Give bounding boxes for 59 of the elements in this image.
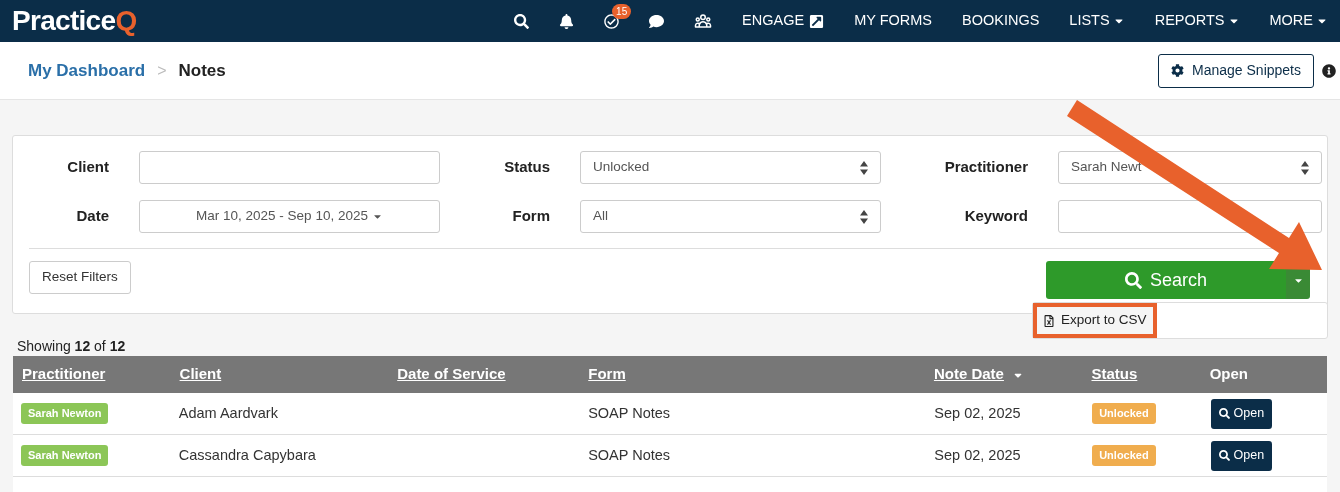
- nav-dropdown[interactable]: REPORTS: [1154, 10, 1240, 32]
- column-header[interactable]: Date of Service: [397, 363, 506, 386]
- filter-label: Keyword: [963, 206, 1028, 227]
- external-link-icon: [809, 13, 825, 29]
- search-icon: [1218, 408, 1230, 419]
- gear-icon: [1171, 64, 1185, 77]
- breadcrumb-link[interactable]: My Dashboard: [28, 57, 146, 84]
- practitioner-tag: Sarah Newton: [21, 403, 109, 424]
- manage-snippets-button[interactable]: Manage Snippets: [1158, 53, 1314, 88]
- people-icon[interactable]: [694, 12, 713, 30]
- sort-arrows-icon: [860, 209, 868, 224]
- table-cell-text: Adam Aardvark: [178, 403, 278, 423]
- column-header[interactable]: Form: [588, 363, 626, 386]
- search-icon: [1124, 271, 1142, 289]
- sort-arrows-icon: [1301, 160, 1309, 175]
- status-tag: Unlocked: [1092, 445, 1156, 466]
- column-header[interactable]: Note Date: [933, 363, 1004, 386]
- date-range-picker[interactable]: Mar 10, 2025 - Sep 10, 2025: [139, 200, 440, 233]
- column-header[interactable]: Client: [179, 363, 222, 386]
- open-button[interactable]: Open: [1210, 398, 1273, 429]
- nav-link[interactable]: ENGAGE: [742, 10, 825, 32]
- status-tag: Unlocked: [1092, 403, 1156, 424]
- results-count: Showing 12 of 12: [17, 336, 126, 356]
- filter-label: Status: [503, 157, 550, 178]
- chat-icon[interactable]: [649, 13, 665, 29]
- notification-badge: 15: [612, 3, 632, 19]
- info-icon[interactable]: [1322, 63, 1336, 78]
- table-cell-text: Sep 02, 2025: [934, 403, 1021, 423]
- text-field[interactable]: [139, 151, 440, 184]
- nav-dropdown[interactable]: LISTS: [1069, 10, 1125, 32]
- practitioner-tag: Sarah Newton: [21, 445, 109, 466]
- search-icon[interactable]: [514, 13, 530, 29]
- filter-label: Form: [511, 206, 550, 227]
- column-header[interactable]: Status: [1091, 363, 1138, 386]
- filter-label: Date: [75, 206, 109, 227]
- nav-link[interactable]: BOOKINGS: [962, 10, 1040, 32]
- search-button[interactable]: Search: [1046, 261, 1286, 299]
- nav-link[interactable]: MY FORMS: [854, 10, 932, 32]
- brand-logo[interactable]: PracticeQ: [12, 0, 137, 42]
- select-field[interactable]: All: [580, 200, 881, 233]
- select-field[interactable]: Unlocked: [580, 151, 881, 184]
- table-cell-text: SOAP Notes: [588, 445, 671, 465]
- bell-icon[interactable]: [559, 13, 575, 29]
- table-cell-text: Sep 02, 2025: [934, 445, 1021, 465]
- table-cell-text: SOAP Notes: [588, 403, 671, 423]
- open-button[interactable]: Open: [1210, 440, 1273, 471]
- reset-filters-button[interactable]: Reset Filters: [29, 261, 131, 294]
- column-header[interactable]: Practitioner: [22, 363, 106, 386]
- search-icon: [1218, 450, 1230, 461]
- nav-dropdown[interactable]: MORE: [1269, 10, 1328, 32]
- filter-label: Client: [66, 157, 109, 178]
- breadcrumb-separator: >: [157, 60, 167, 81]
- column-header: Open: [1209, 364, 1248, 385]
- file-icon: [1043, 314, 1055, 327]
- export-csv-menu-item[interactable]: Export to CSV: [1035, 305, 1155, 336]
- table-cell-text: Cassandra Capybara: [178, 445, 316, 465]
- sort-arrows-icon: [860, 160, 868, 175]
- filter-label: Practitioner: [943, 157, 1028, 178]
- breadcrumb-current: Notes: [178, 59, 226, 82]
